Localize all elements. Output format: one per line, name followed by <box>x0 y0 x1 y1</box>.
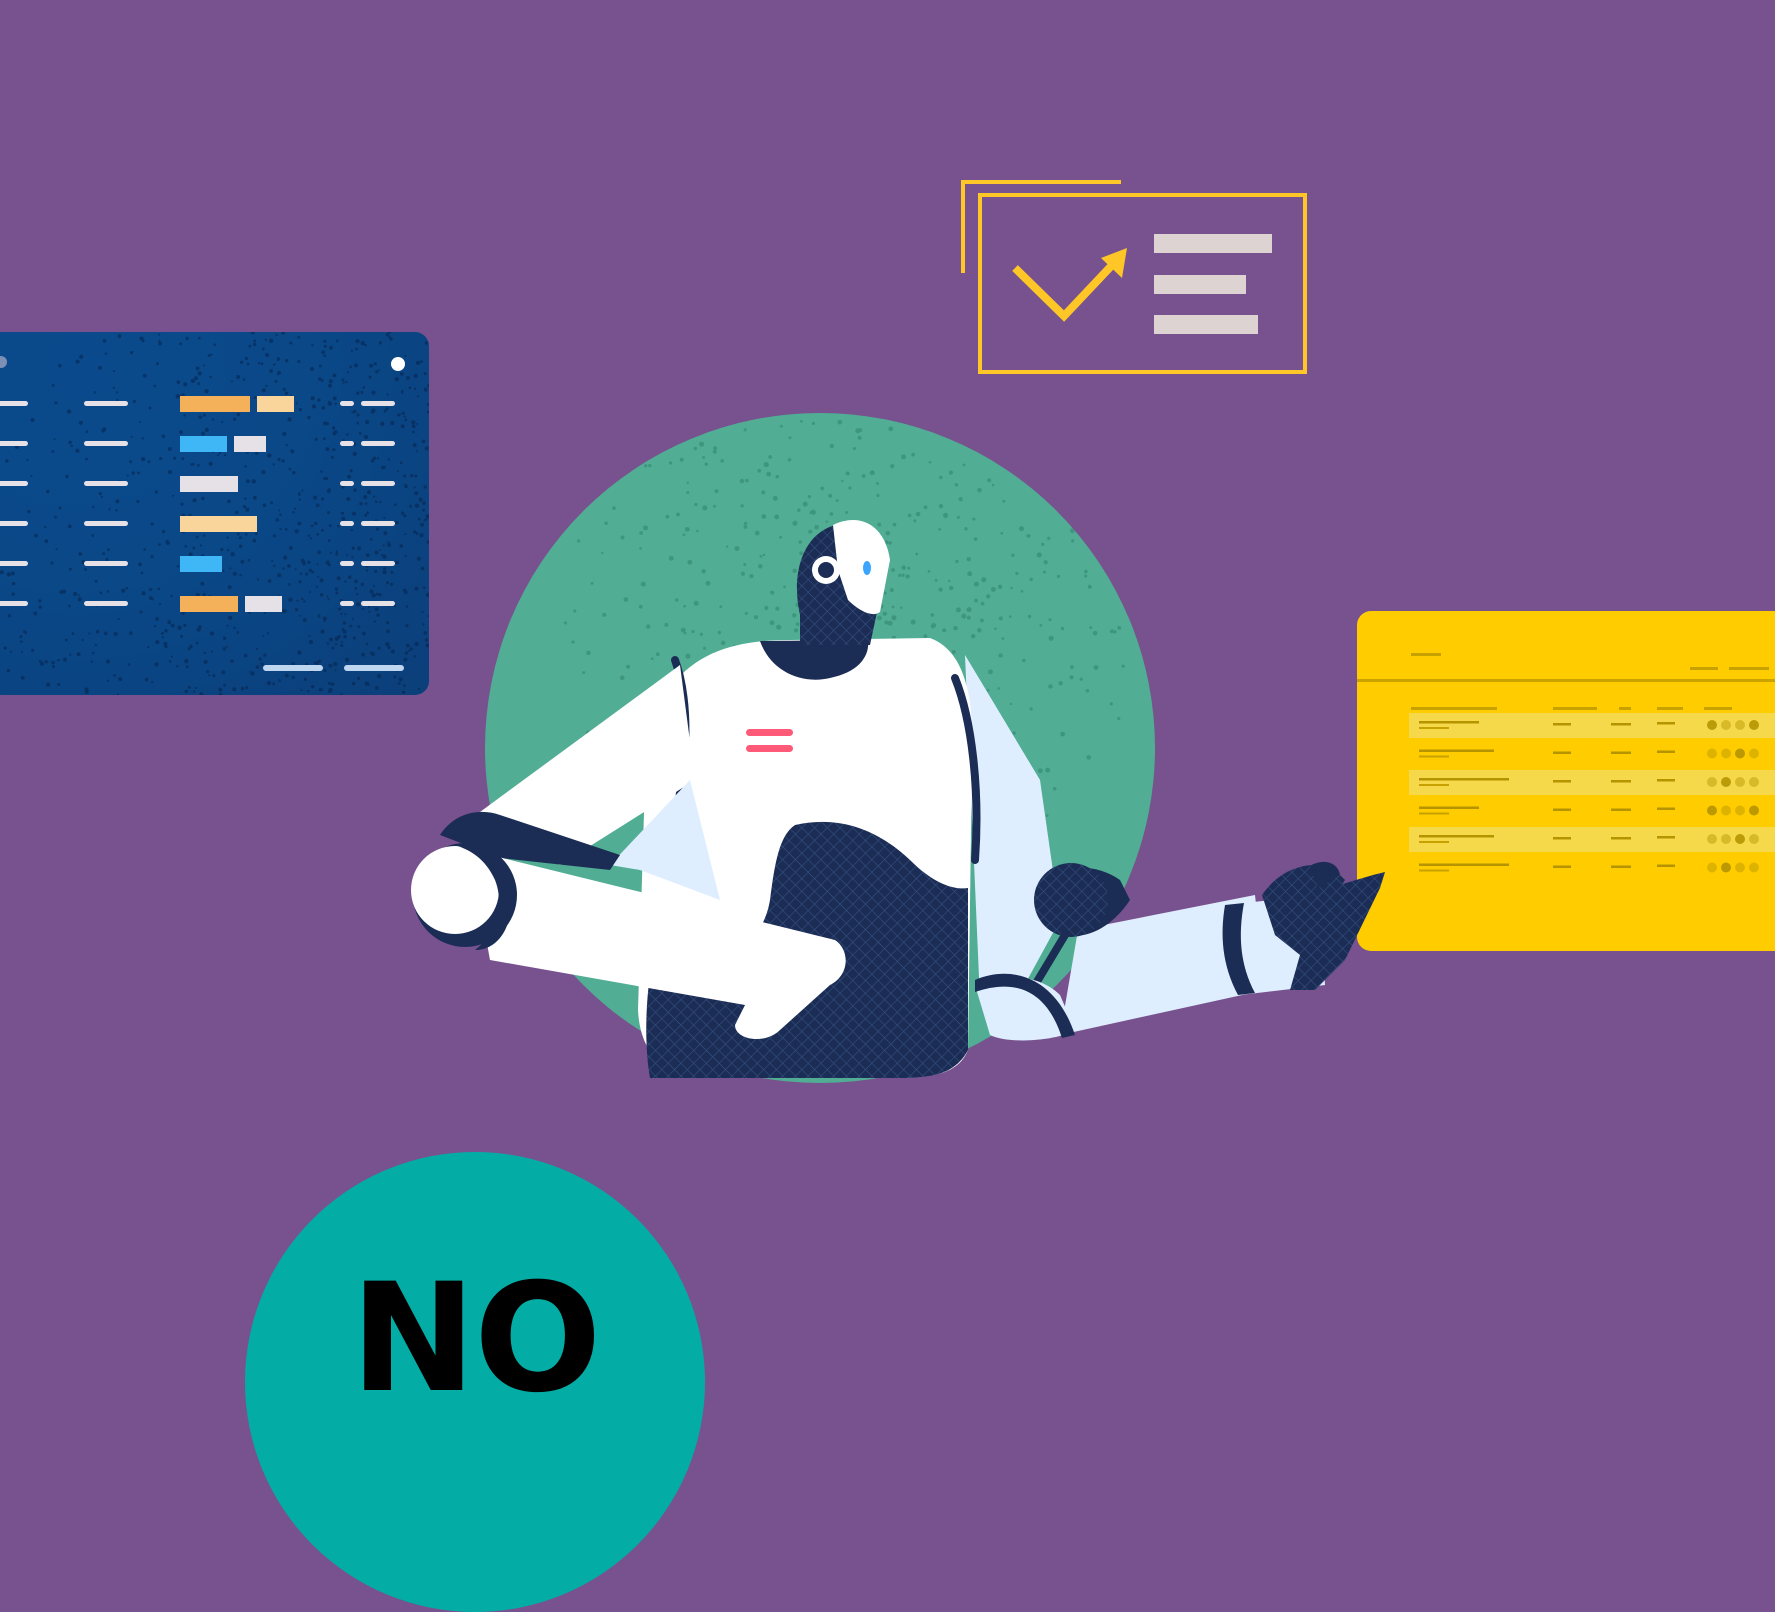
no-badge: NO <box>245 1152 705 1612</box>
chest-mark <box>746 729 793 736</box>
badge-text: NO <box>350 1252 601 1426</box>
robot-illustration <box>411 413 1385 1083</box>
